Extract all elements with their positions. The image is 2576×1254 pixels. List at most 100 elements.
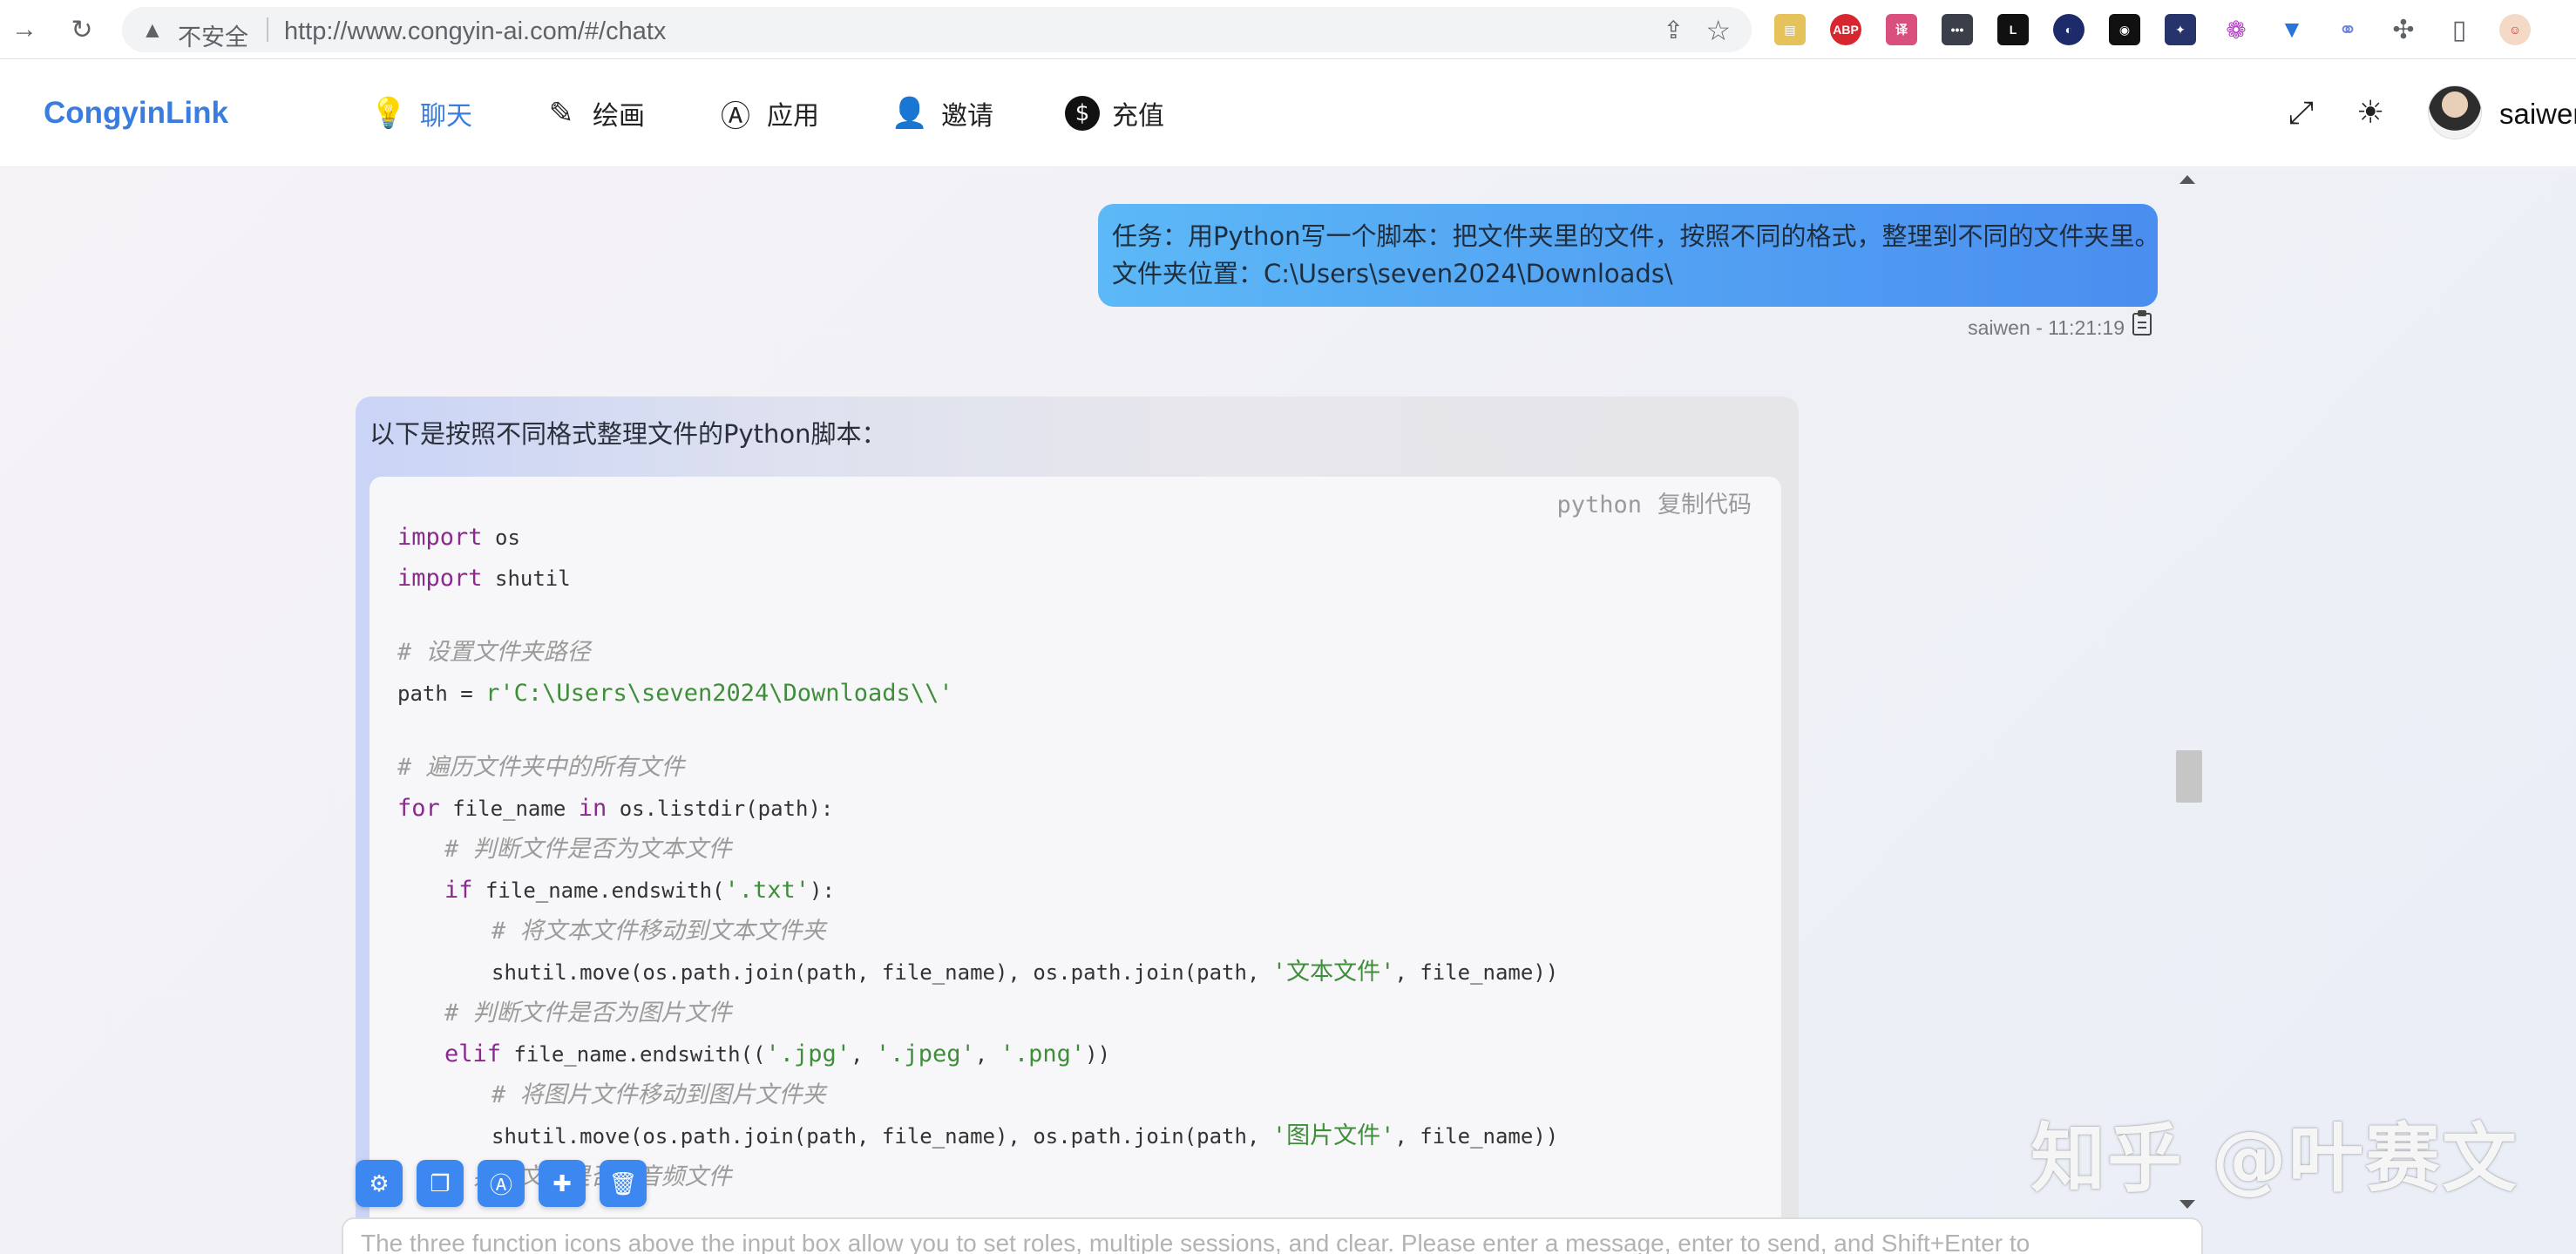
code-line: # 将图片文件移动到图片文件夹: [491, 1078, 826, 1113]
extension-dots-icon[interactable]: •••: [1942, 14, 1973, 45]
code-text: path =: [397, 681, 486, 706]
code-line: path = r'C:\Users\seven2024\Downloads\\': [397, 676, 953, 711]
code-text: file_name.endswith((: [501, 1042, 766, 1067]
code-line: for file_name in os.listdir(path):: [397, 791, 833, 826]
watermark: 知乎 @叶赛文: [2030, 1115, 2518, 1203]
clipboard-icon[interactable]: [2132, 310, 2152, 336]
code-text: , file_name)): [1394, 1124, 1559, 1149]
code-comment: # 设置文件夹路径: [397, 639, 591, 666]
extension-v-icon[interactable]: ▼: [2276, 14, 2308, 45]
chat-bubbles-icon: ❐: [430, 1169, 451, 1196]
scroll-up-arrow-icon[interactable]: [2179, 175, 2195, 184]
nav-draw[interactable]: ✎ 绘画: [542, 89, 645, 138]
code-text: ):: [810, 878, 835, 903]
nav-recharge-label: 充值: [1112, 101, 1164, 132]
code-comment: # 将图片文件移动到图片文件夹: [491, 1081, 826, 1108]
extension-colorful-icon[interactable]: ✦: [2165, 14, 2196, 45]
new-chat-button[interactable]: ✚: [539, 1160, 586, 1207]
nav-draw-label: 绘画: [593, 101, 645, 132]
trash-icon: 🗑: [608, 1169, 638, 1196]
extension-openai-icon[interactable]: ❁: [2220, 14, 2252, 45]
theme-sun-icon[interactable]: ☀: [2356, 94, 2384, 131]
code-keyword: elif: [444, 1040, 502, 1068]
chat-area: 任务：用Python写一个脚本：把文件夹里的文件，按照不同的格式，整理到不同的文…: [0, 168, 2576, 1254]
address-bar[interactable]: ▲ 不安全 http://www.congyin-ai.com/#/chatx …: [122, 7, 1752, 52]
nav-apps[interactable]: Ⓐ 应用: [716, 89, 819, 138]
share-icon[interactable]: ⇪: [1664, 16, 1684, 44]
code-line: shutil.move(os.path.join(path, file_name…: [491, 955, 1558, 990]
code-text: , file_name)): [1394, 960, 1559, 985]
bookmark-star-icon[interactable]: ☆: [1705, 14, 1731, 47]
app-header: CongyinLink 💡 聊天 ✎ 绘画 Ⓐ 应用 👤 邀请 $ 充值 ⤢ ☀…: [0, 59, 2576, 167]
profile-avatar-icon[interactable]: ☺: [2499, 14, 2531, 45]
copy-code-button[interactable]: 复制代码: [1657, 491, 1752, 519]
code-line: # 设置文件夹路径: [397, 635, 591, 670]
scrollbar-thumb[interactable]: [2176, 750, 2202, 803]
code-string: '文本文件': [1271, 959, 1395, 986]
comment-add-icon: ✚: [552, 1169, 572, 1196]
code-line: shutil.move(os.path.join(path, file_name…: [491, 1119, 1558, 1154]
extension-translate-icon[interactable]: 译: [1886, 14, 1917, 45]
code-header: python 复制代码: [1556, 485, 1752, 519]
extension-l-icon[interactable]: L: [1997, 14, 2029, 45]
lightbulb-icon: 💡: [369, 96, 408, 131]
code-string: '.png': [1000, 1040, 1086, 1068]
warning-icon[interactable]: ▲: [141, 17, 164, 44]
code-block: python 复制代码 import os import shutil # 设置文件夹…: [369, 477, 1781, 1254]
pencil-icon: ✎: [548, 96, 574, 131]
gear-icon: ⚙: [369, 1169, 390, 1196]
username[interactable]: saiwen: [2499, 98, 2576, 131]
code-text: os.listdir(path):: [607, 796, 834, 821]
fullscreen-icon[interactable]: ⤢: [2288, 94, 2314, 132]
nav-invite[interactable]: 👤 邀请: [891, 89, 993, 138]
side-panel-icon[interactable]: ▯: [2444, 14, 2475, 45]
forward-icon[interactable]: →: [5, 10, 44, 49]
code-line: import shutil: [397, 561, 571, 596]
reload-icon[interactable]: ↻: [63, 10, 101, 49]
code-language-label: python: [1556, 491, 1642, 519]
brand-logo[interactable]: CongyinLink: [44, 96, 228, 131]
nav-recharge[interactable]: $ 充值: [1065, 89, 1164, 138]
extensions-puzzle-icon[interactable]: ✣: [2388, 14, 2419, 45]
code-comment: # 判断文件是否为文本文件: [444, 836, 732, 863]
code-comment: # 判断文件是否为图片文件: [444, 1000, 732, 1027]
extension-moon-icon[interactable]: ◐: [2053, 14, 2085, 45]
ai-message-intro: 以下是按照不同格式整理文件的Python脚本：: [369, 419, 887, 449]
user-message-line-2: 文件夹位置：C:\Users\seven2024\Downloads\: [1112, 259, 1673, 288]
code-line: import os: [397, 520, 520, 555]
url-text[interactable]: http://www.congyin-ai.com/#/chatx: [284, 17, 666, 46]
extension-adblock-icon[interactable]: ABP: [1830, 14, 1861, 45]
sessions-button[interactable]: ❐: [417, 1160, 464, 1207]
nav-chat[interactable]: 💡 聊天: [369, 89, 472, 138]
scrollbar[interactable]: [2173, 168, 2200, 1254]
clear-button[interactable]: 🗑: [600, 1160, 647, 1207]
code-text: shutil: [482, 566, 571, 591]
code-keyword: in: [578, 795, 607, 822]
message-meta: saiwen - 11:21:19: [1968, 316, 2125, 339]
extension-image-icon[interactable]: ▤: [1774, 14, 1806, 45]
browser-toolbar: → ↻ ▲ 不安全 http://www.congyin-ai.com/#/ch…: [0, 0, 2576, 59]
code-line: if file_name.endswith('.txt'):: [444, 873, 835, 908]
extension-incognito-icon[interactable]: ◉: [2109, 14, 2140, 45]
code-comment: # 将文本文件移动到文本文件夹: [491, 918, 826, 945]
apps-button[interactable]: Ⓐ: [478, 1160, 525, 1207]
code-string: '图片文件': [1271, 1122, 1395, 1149]
code-keyword: for: [397, 795, 440, 822]
code-text: file_name.endswith(: [472, 878, 725, 903]
address-separator: [267, 17, 268, 42]
code-text: file_name: [439, 796, 579, 821]
avatar[interactable]: [2428, 85, 2482, 139]
user-message-bubble: 任务：用Python写一个脚本：把文件夹里的文件，按照不同的格式，整理到不同的文…: [1098, 204, 2160, 307]
nav-invite-label: 邀请: [941, 101, 993, 132]
message-input[interactable]: The three function icons above the input…: [342, 1217, 2203, 1254]
settings-button[interactable]: ⚙: [356, 1160, 403, 1207]
extension-link-icon[interactable]: ⚭: [2332, 14, 2363, 45]
code-string: r'C:\Users\seven2024\Downloads\\': [485, 680, 953, 707]
code-keyword: if: [444, 877, 473, 904]
code-text: os: [482, 525, 520, 550]
code-comment: # 遍历文件夹中的所有文件: [397, 754, 685, 781]
code-line: # 遍历文件夹中的所有文件: [397, 750, 685, 785]
dollar-icon: $: [1065, 96, 1100, 131]
insecure-label[interactable]: 不安全: [178, 18, 248, 52]
add-user-icon: 👤: [891, 96, 929, 131]
